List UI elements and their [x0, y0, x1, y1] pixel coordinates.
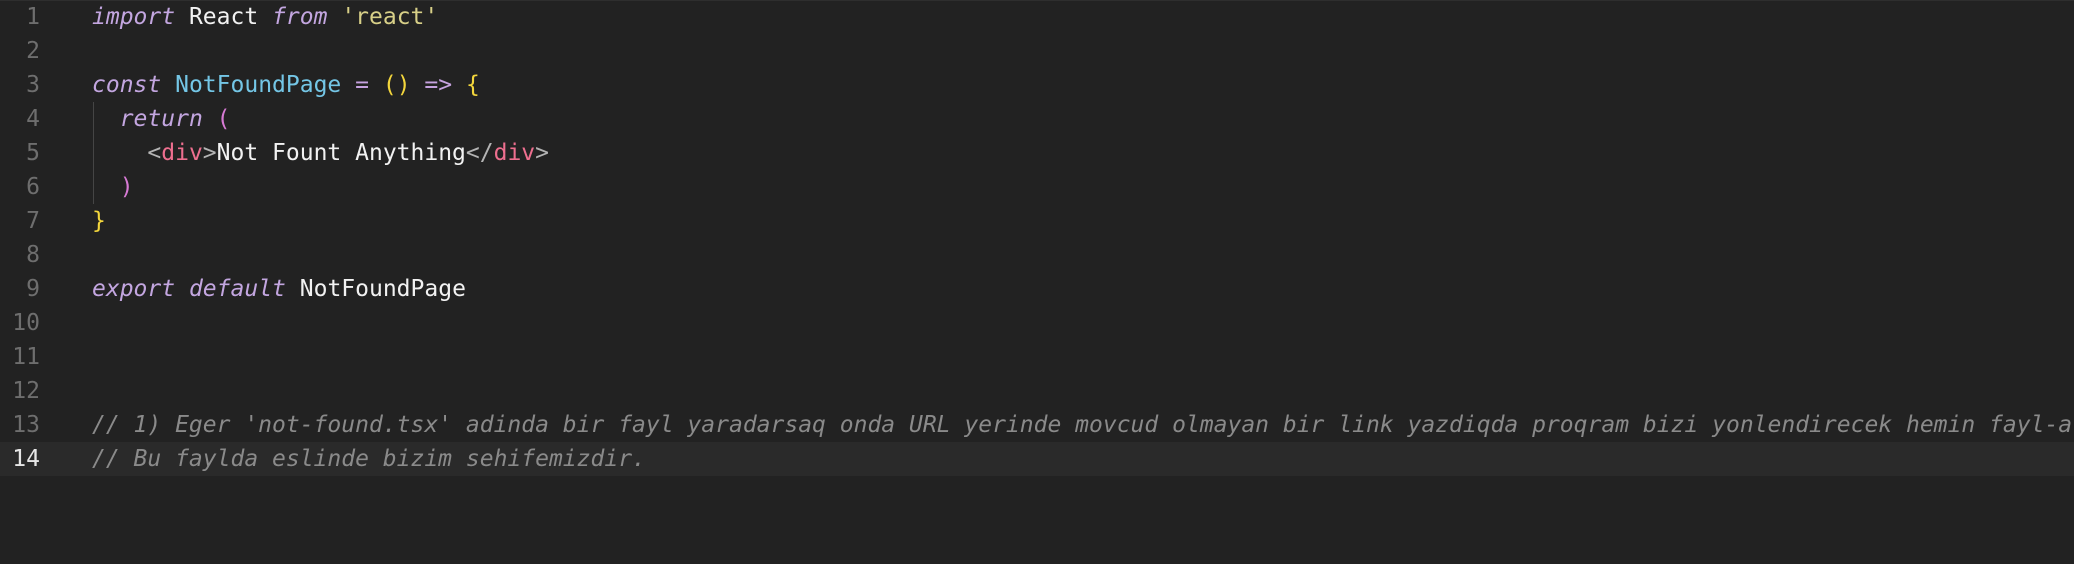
code-line[interactable]: 9 export default NotFoundPage [0, 272, 2074, 306]
code-line[interactable]: 5 <div>Not Fount Anything</div> [0, 136, 2074, 170]
code-line[interactable]: 12 [0, 374, 2074, 408]
line-number: 9 [26, 276, 40, 302]
code-token: > [202, 140, 217, 166]
code-token: > [535, 140, 550, 166]
code-line[interactable]: 1 import React from 'react' [0, 0, 2074, 34]
line-number: 12 [12, 378, 40, 404]
code-line-current[interactable]: 14 // Bu faylda eslinde bizim sehifemizdi… [0, 442, 2074, 476]
code-token: Not Fount Anything [216, 140, 466, 166]
code-token: import [92, 4, 176, 30]
code-token: </ [465, 140, 494, 166]
code-token: = [355, 72, 369, 98]
code-token: ( [216, 106, 231, 132]
code-token: div [493, 140, 536, 166]
code-token: => [424, 72, 453, 98]
line-number: 10 [12, 310, 40, 336]
line-number: 6 [26, 174, 40, 200]
code-token: NotFoundPage [175, 72, 342, 98]
line-number: 2 [26, 38, 40, 64]
code-line[interactable]: 11 [0, 340, 2074, 374]
code-token: from [272, 4, 328, 30]
line-number: 5 [26, 140, 40, 166]
code-token: () [382, 72, 411, 98]
line-code: import React from 'react' [92, 0, 438, 34]
code-token: ) [119, 174, 134, 200]
code-token: < [147, 140, 162, 166]
line-number: 8 [26, 242, 40, 268]
line-code: return ( [92, 102, 231, 136]
line-code: ) [92, 170, 134, 204]
code-token: // Bu faylda eslinde bizim sehifemizdir. [92, 446, 646, 472]
line-code: // Bu faylda eslinde bizim sehifemizdir. [92, 442, 646, 476]
line-number: 1 [26, 4, 40, 30]
code-editor[interactable]: 1 import React from 'react' 2 3 const NotFou… [0, 0, 2074, 564]
line-number: 4 [26, 106, 40, 132]
code-line[interactable]: 2 [0, 34, 2074, 68]
line-code: } [92, 204, 106, 238]
code-token: const [92, 72, 162, 98]
line-number: 3 [26, 72, 40, 98]
code-token: // 1) Eger 'not-found.tsx' adinda bir fa… [92, 412, 2073, 438]
code-line[interactable]: 10 [0, 306, 2074, 340]
code-line[interactable]: 3 const NotFoundPage = () => { [0, 68, 2074, 102]
code-line[interactable]: 8 [0, 238, 2074, 272]
line-code: // 1) Eger 'not-found.tsx' adinda bir fa… [92, 408, 2072, 442]
code-line[interactable]: 13 // 1) Eger 'not-found.tsx' adinda bir … [0, 408, 2074, 442]
code-token: { [465, 72, 480, 98]
line-number: 11 [12, 344, 40, 370]
line-number: 7 [26, 208, 40, 234]
code-token: } [92, 208, 106, 234]
line-code: <div>Not Fount Anything</div> [92, 136, 549, 170]
code-token: React [188, 4, 259, 30]
code-token: div [161, 140, 203, 166]
line-code: const NotFoundPage = () => { [92, 68, 480, 102]
code-token: NotFoundPage [299, 276, 466, 302]
code-token: export [92, 276, 176, 302]
code-token: return [119, 106, 203, 132]
code-line[interactable]: 4 return ( [0, 102, 2074, 136]
line-code: export default NotFoundPage [92, 272, 466, 306]
code-token: 'react' [341, 4, 439, 30]
code-token: default [188, 276, 286, 302]
code-line[interactable]: 6 ) [0, 170, 2074, 204]
line-number: 13 [12, 412, 40, 438]
line-number: 14 [12, 446, 40, 472]
code-line[interactable]: 7} [0, 204, 2074, 238]
